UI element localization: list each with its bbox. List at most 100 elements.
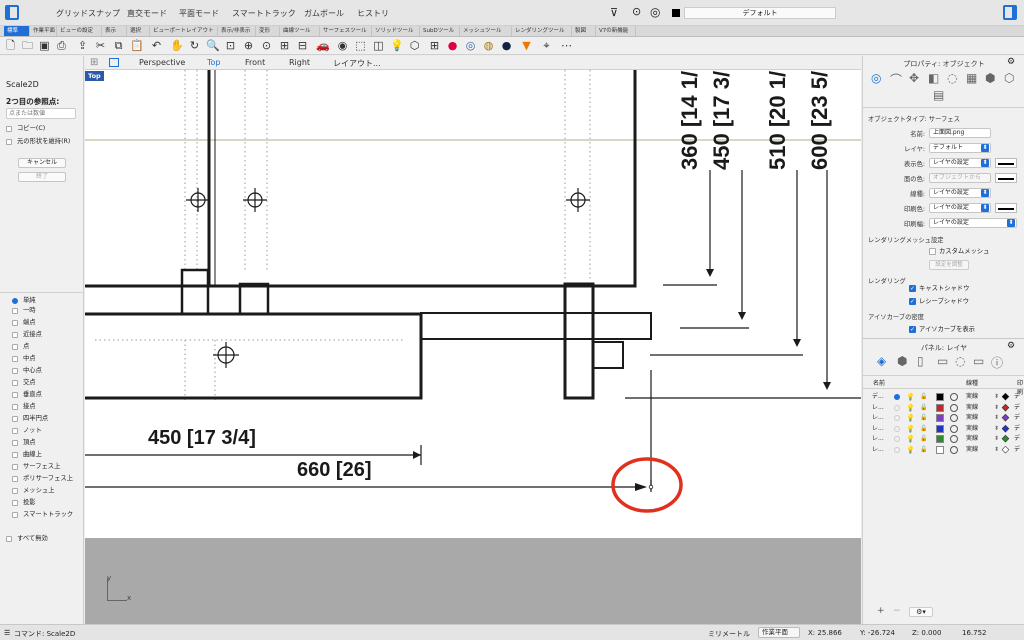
- layer-row[interactable]: レ... 💡 🔓 実線 ⬍ ◆ デ: [862, 444, 1024, 455]
- material-circle-icon[interactable]: [950, 435, 958, 443]
- layer-linetype[interactable]: 実線: [966, 434, 978, 444]
- wireframe-icon[interactable]: ⬡: [1004, 71, 1014, 85]
- attached-icon[interactable]: ▤: [933, 88, 944, 102]
- help-icon[interactable]: ⓘ: [991, 354, 1003, 371]
- print-color-diamond-icon[interactable]: ◆: [1002, 423, 1009, 434]
- copy-icon[interactable]: ⧉: [112, 39, 125, 52]
- material-circle-icon[interactable]: [950, 414, 958, 422]
- print-color-diamond-icon[interactable]: ◆: [1002, 392, 1009, 403]
- linetype-dropdown-icon[interactable]: ⬍: [994, 424, 999, 434]
- current-layer-indicator[interactable]: [894, 394, 900, 400]
- filter-icon[interactable]: ⊽: [610, 6, 618, 19]
- layer-linetype[interactable]: 実線: [966, 424, 978, 434]
- tab-curve-tools[interactable]: 曲線ツール: [280, 26, 320, 36]
- lock-icon[interactable]: 🔓: [920, 392, 927, 402]
- linetype-dropdown-icon[interactable]: ⬍: [994, 392, 999, 402]
- layer-linetype[interactable]: 実線: [966, 445, 978, 455]
- print-color-diamond-icon[interactable]: ◆: [1002, 413, 1009, 424]
- print-color-diamond-icon[interactable]: ◆: [1002, 402, 1009, 413]
- properties-gear-icon[interactable]: ⚙: [1007, 57, 1015, 67]
- current-layer-display[interactable]: デフォルト: [684, 7, 836, 19]
- cplane-icon[interactable]: ◫: [372, 39, 385, 52]
- col-name-header[interactable]: 名前: [873, 378, 885, 387]
- layer-linetype[interactable]: 実線: [966, 403, 978, 413]
- more-tools-icon[interactable]: ⋯: [560, 39, 573, 52]
- current-layer-indicator[interactable]: [894, 415, 900, 421]
- print-color-select[interactable]: レイヤの設定: [929, 203, 991, 213]
- layer-color-swatch[interactable]: [936, 414, 944, 422]
- menu-grid-snap[interactable]: グリッドスナップ: [56, 8, 120, 19]
- menu-planar[interactable]: 平面モード: [179, 8, 219, 19]
- linetype-select[interactable]: レイヤの設定: [929, 188, 991, 198]
- right-sidebar-toggle-icon[interactable]: [1003, 5, 1017, 20]
- page-icon[interactable]: ◧: [928, 71, 939, 85]
- remove-layer-button[interactable]: −: [893, 606, 901, 616]
- lock-icon[interactable]: 🔓: [920, 434, 927, 444]
- gumball-icon[interactable]: ✥: [909, 71, 919, 85]
- layer-color-swatch[interactable]: [936, 393, 944, 401]
- filter-toolbar-icon[interactable]: ▼: [520, 39, 533, 52]
- material-circle-icon[interactable]: [950, 445, 958, 454]
- layer-states-icon[interactable]: ⬢: [897, 354, 907, 368]
- sphere-icon[interactable]: ◌: [947, 71, 957, 85]
- tab-surface-tools[interactable]: サーフェスツール: [320, 26, 372, 36]
- target-icon[interactable]: ◎: [650, 5, 660, 19]
- select-icon[interactable]: ⬚: [354, 39, 367, 52]
- record-icon[interactable]: ⊙: [632, 5, 641, 18]
- layers-icon[interactable]: ◈: [877, 354, 886, 368]
- print-color-diamond-icon[interactable]: ◆: [1002, 434, 1009, 445]
- linetype-dropdown-icon[interactable]: ⬍: [994, 413, 999, 423]
- add-layer-button[interactable]: +: [877, 606, 885, 616]
- zoom-window-icon[interactable]: ⊡: [224, 39, 237, 52]
- color-wheel-icon[interactable]: ●: [446, 39, 459, 52]
- linetype-dropdown-icon[interactable]: ⬍: [994, 434, 999, 444]
- lock-icon[interactable]: 🔓: [920, 424, 927, 434]
- layer-row[interactable]: レ... 💡 🔓 実線 ⬍ ◆ デ: [862, 402, 1024, 413]
- new-file-icon[interactable]: 🗋: [4, 39, 17, 52]
- current-layer-indicator[interactable]: [894, 404, 900, 411]
- zoom-all-icon[interactable]: ⊞: [278, 39, 291, 52]
- rotate-view-icon[interactable]: ↻: [188, 39, 201, 52]
- tab-new-in-v7[interactable]: V7の新機能: [596, 26, 636, 36]
- linetype-dropdown-icon[interactable]: ⬍: [994, 445, 999, 455]
- layer-select[interactable]: デフォルト: [929, 143, 991, 153]
- tab-front[interactable]: Front: [245, 58, 265, 67]
- tab-render-tools[interactable]: レンダリングツール: [512, 26, 572, 36]
- cut-icon[interactable]: ✂: [94, 39, 107, 52]
- lock-icon[interactable]: 🔓: [920, 403, 927, 413]
- print-color-diamond-icon[interactable]: ◆: [1002, 444, 1009, 455]
- layer-options-icon[interactable]: ⚙▾: [909, 607, 933, 617]
- menu-ortho[interactable]: 直交モード: [127, 8, 167, 19]
- tab-perspective[interactable]: Perspective: [139, 58, 185, 67]
- curve-props-icon[interactable]: ⌒: [890, 71, 902, 88]
- paste-icon[interactable]: 📋: [130, 39, 144, 52]
- layer-page-icon[interactable]: ▭: [937, 354, 948, 368]
- current-layer-indicator[interactable]: [894, 425, 900, 432]
- single-view-icon[interactable]: [109, 58, 119, 67]
- tab-standard[interactable]: 標準: [4, 26, 30, 36]
- layer-row[interactable]: レ... 💡 🔓 実線 ⬍ ◆ デ: [862, 434, 1024, 445]
- layer-sphere-icon[interactable]: ◌: [955, 354, 965, 368]
- command-input[interactable]: [6, 108, 76, 119]
- layer-linetype[interactable]: 実線: [966, 413, 978, 423]
- menu-smarttrack[interactable]: スマートトラック: [232, 8, 296, 19]
- zoom-extents-icon[interactable]: ⊕: [242, 39, 255, 52]
- display-color-select[interactable]: レイヤの設定: [929, 158, 991, 168]
- layer-color-swatch[interactable]: [936, 424, 944, 433]
- material-icon[interactable]: ◎: [464, 39, 477, 52]
- eye-icon[interactable]: ◉: [336, 39, 349, 52]
- print-icon[interactable]: ⎙: [55, 39, 68, 52]
- face-color-select[interactable]: オブジェクトから: [929, 173, 991, 183]
- light-icon[interactable]: 💡: [390, 39, 404, 52]
- object-props-icon[interactable]: ◎: [871, 71, 881, 85]
- lightbulb-icon[interactable]: 💡: [906, 424, 915, 434]
- adjust-settings-button[interactable]: 設定を調整: [929, 260, 969, 270]
- texture-icon[interactable]: ◍: [482, 39, 495, 52]
- block-icon[interactable]: ⬡: [408, 39, 421, 52]
- display-color-swatch[interactable]: [995, 158, 1017, 168]
- layer-row[interactable]: デ... 💡 🔓 実線 ⬍ ◆ デ: [862, 392, 1024, 403]
- tab-layout[interactable]: レイアウト...: [333, 58, 381, 69]
- tab-solid-tools[interactable]: ソリッドツール: [372, 26, 420, 36]
- tab-display[interactable]: 表示: [102, 26, 127, 36]
- undo-icon[interactable]: ↶: [150, 39, 163, 52]
